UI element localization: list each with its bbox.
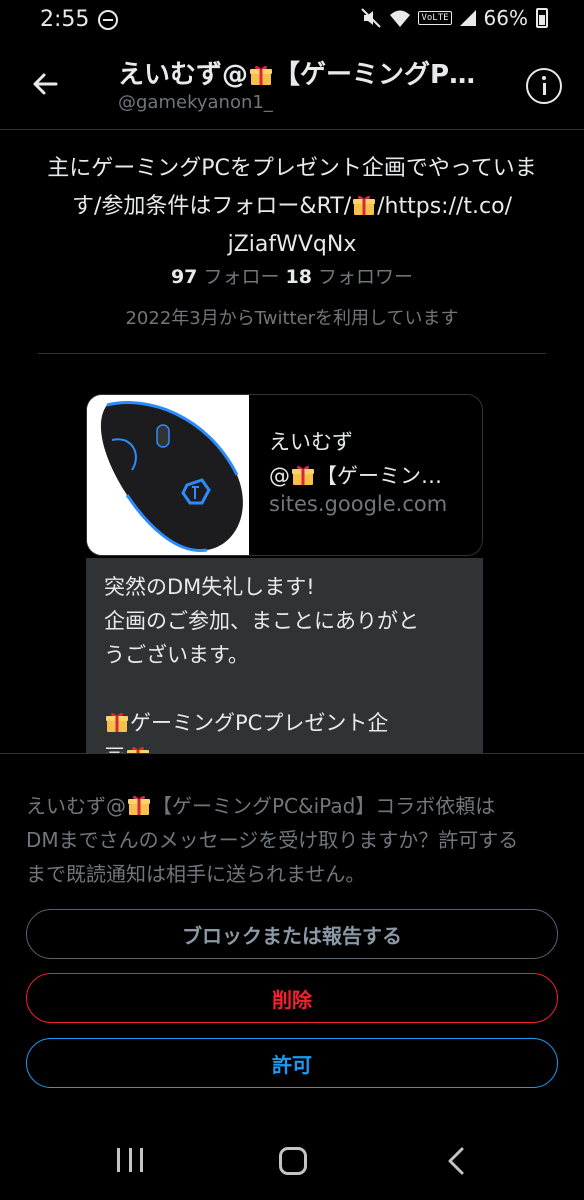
followers-count[interactable]: 18 <box>286 266 312 288</box>
volte-badge: VoLTE <box>418 11 452 25</box>
back-arrow-icon[interactable] <box>28 66 64 102</box>
header-title: えいむず@ 【ゲーミングP… <box>118 54 498 91</box>
link-preview-card[interactable]: えいむず @ 【ゲーミン… sites.google.com <box>86 394 483 556</box>
card-title-line-1: えいむず <box>269 430 353 454</box>
status-icons: VoLTE 66% <box>360 6 548 30</box>
message-line: うございます。 <box>104 643 249 667</box>
allow-button[interactable]: 許可 <box>26 1038 558 1088</box>
info-icon[interactable] <box>526 68 562 104</box>
message-request-sheet: えいむず@ 【ゲーミングPC&iPad】コラボ依頼は DMまでさんのメッセージを受… <box>0 753 584 1143</box>
request-prompt-name: えいむず@ <box>26 794 126 818</box>
recents-icon[interactable] <box>117 1148 143 1172</box>
battery-percent: 66% <box>483 6 528 30</box>
home-icon[interactable] <box>279 1147 307 1175</box>
followers-label[interactable]: フォロワー <box>318 266 413 288</box>
divider <box>38 353 546 354</box>
wifi-icon <box>390 10 411 27</box>
request-prompt: えいむず@ 【ゲーミングPC&iPad】コラボ依頼は DMまでさんのメッセージを受… <box>26 789 562 891</box>
mute-icon <box>361 8 382 28</box>
request-prompt-line-2: DMまでさんのメッセージを受け取りますか？許可する <box>26 828 519 852</box>
header-title-suffix: 【ゲーミングP… <box>274 60 476 90</box>
delete-button[interactable]: 削除 <box>26 973 558 1023</box>
bio-line-2-text: す/参加条件はフォロー&RT/ <box>72 194 352 219</box>
signal-icon <box>459 10 476 26</box>
request-prompt-line-1: えいむず@ 【ゲーミングPC&iPad】コラボ依頼は <box>26 789 562 823</box>
gift-icon <box>127 793 151 817</box>
follow-stats: 97 フォロー 18 フォロワー <box>0 262 584 289</box>
joined-date: 2022年3月からTwitterを利用しています <box>125 308 459 329</box>
card-title-at: @ <box>269 464 290 488</box>
message-line: 突然のDM失礼します! <box>104 575 315 599</box>
block-or-report-button[interactable]: ブロックまたは報告する <box>26 909 558 959</box>
request-prompt-line-3: まで既読通知は相手に送られません。 <box>26 862 366 886</box>
message-blank-line <box>104 672 465 706</box>
system-navigation-bar <box>0 1130 584 1200</box>
message-line: ゲーミングPCプレゼント企 <box>104 706 465 740</box>
status-bar: 2:55 VoLTE 66% <box>0 0 584 44</box>
card-domain: sites.google.com <box>269 492 448 516</box>
gaming-mouse-thumbnail <box>87 395 249 555</box>
request-prompt-suffix: 【ゲーミングPC&iPad】コラボ依頼は <box>152 794 496 818</box>
header-title-name: えいむず@ <box>118 60 249 90</box>
dnd-icon <box>98 10 118 30</box>
bio-line-1: 主にゲーミングPCをプレゼント企画でやっていま <box>47 156 537 181</box>
bio-link[interactable]: /https://t.co/ <box>377 194 512 219</box>
message-line: 企画のご参加、まことにありがと <box>104 609 419 633</box>
battery-icon <box>536 8 548 28</box>
header-handle: @gamekyanon1_ <box>118 92 273 113</box>
card-title-line-2: @ 【ゲーミン… <box>269 459 469 493</box>
following-label[interactable]: フォロー <box>203 266 279 288</box>
bio-line-2: す/参加条件はフォロー&RT/ /https://t.co/ <box>30 188 554 226</box>
bio-line-3[interactable]: jZiafWVqNx <box>30 226 554 264</box>
conversation-header: えいむず@ 【ゲーミングP… @gamekyanon1_ <box>0 44 584 130</box>
gift-icon <box>105 710 129 734</box>
card-title-suffix: 【ゲーミン… <box>316 464 442 488</box>
message-line-text: ゲーミングPCプレゼント企 <box>130 711 389 735</box>
gift-icon <box>352 192 376 216</box>
status-time: 2:55 <box>40 7 90 32</box>
profile-bio: 主にゲーミングPCをプレゼント企画でやっていま す/参加条件はフォロー&RT/ /… <box>30 150 554 264</box>
card-title: えいむず @ 【ゲーミン… <box>269 425 469 493</box>
gift-icon <box>291 463 315 487</box>
gift-icon <box>249 63 273 87</box>
nav-back-icon[interactable] <box>446 1146 466 1176</box>
message-bubble[interactable]: 突然のDM失礼します! 企画のご参加、まことにありがと うございます。 ゲーミン… <box>86 558 483 758</box>
following-count[interactable]: 97 <box>171 266 197 288</box>
